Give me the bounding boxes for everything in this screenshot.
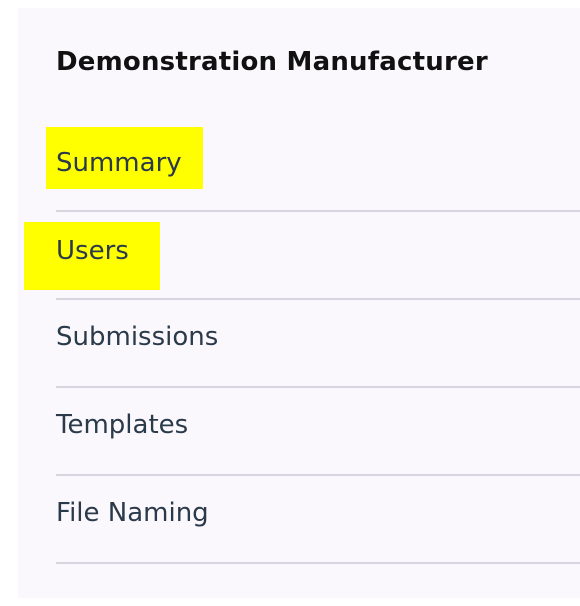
sidebar-item-label[interactable]: Users: [56, 236, 129, 266]
sidebar-item-label[interactable]: Summary: [56, 148, 182, 178]
sidebar-item-file-naming[interactable]: File Naming: [56, 476, 580, 564]
sidebar-item-label[interactable]: Submissions: [56, 322, 218, 352]
sidebar-nav: Summary Users Submissions Templates File…: [18, 8, 580, 598]
sidebar-item-label[interactable]: Templates: [56, 410, 188, 440]
sidebar-panel: Demonstration Manufacturer Summary Users…: [18, 8, 580, 598]
sidebar-item-users[interactable]: Users: [24, 212, 580, 300]
sidebar-item-submissions[interactable]: Submissions: [56, 300, 580, 388]
sidebar-item-templates[interactable]: Templates: [56, 388, 580, 476]
sidebar-item-label[interactable]: File Naming: [56, 498, 209, 528]
sidebar-item-summary[interactable]: Summary: [46, 122, 580, 212]
